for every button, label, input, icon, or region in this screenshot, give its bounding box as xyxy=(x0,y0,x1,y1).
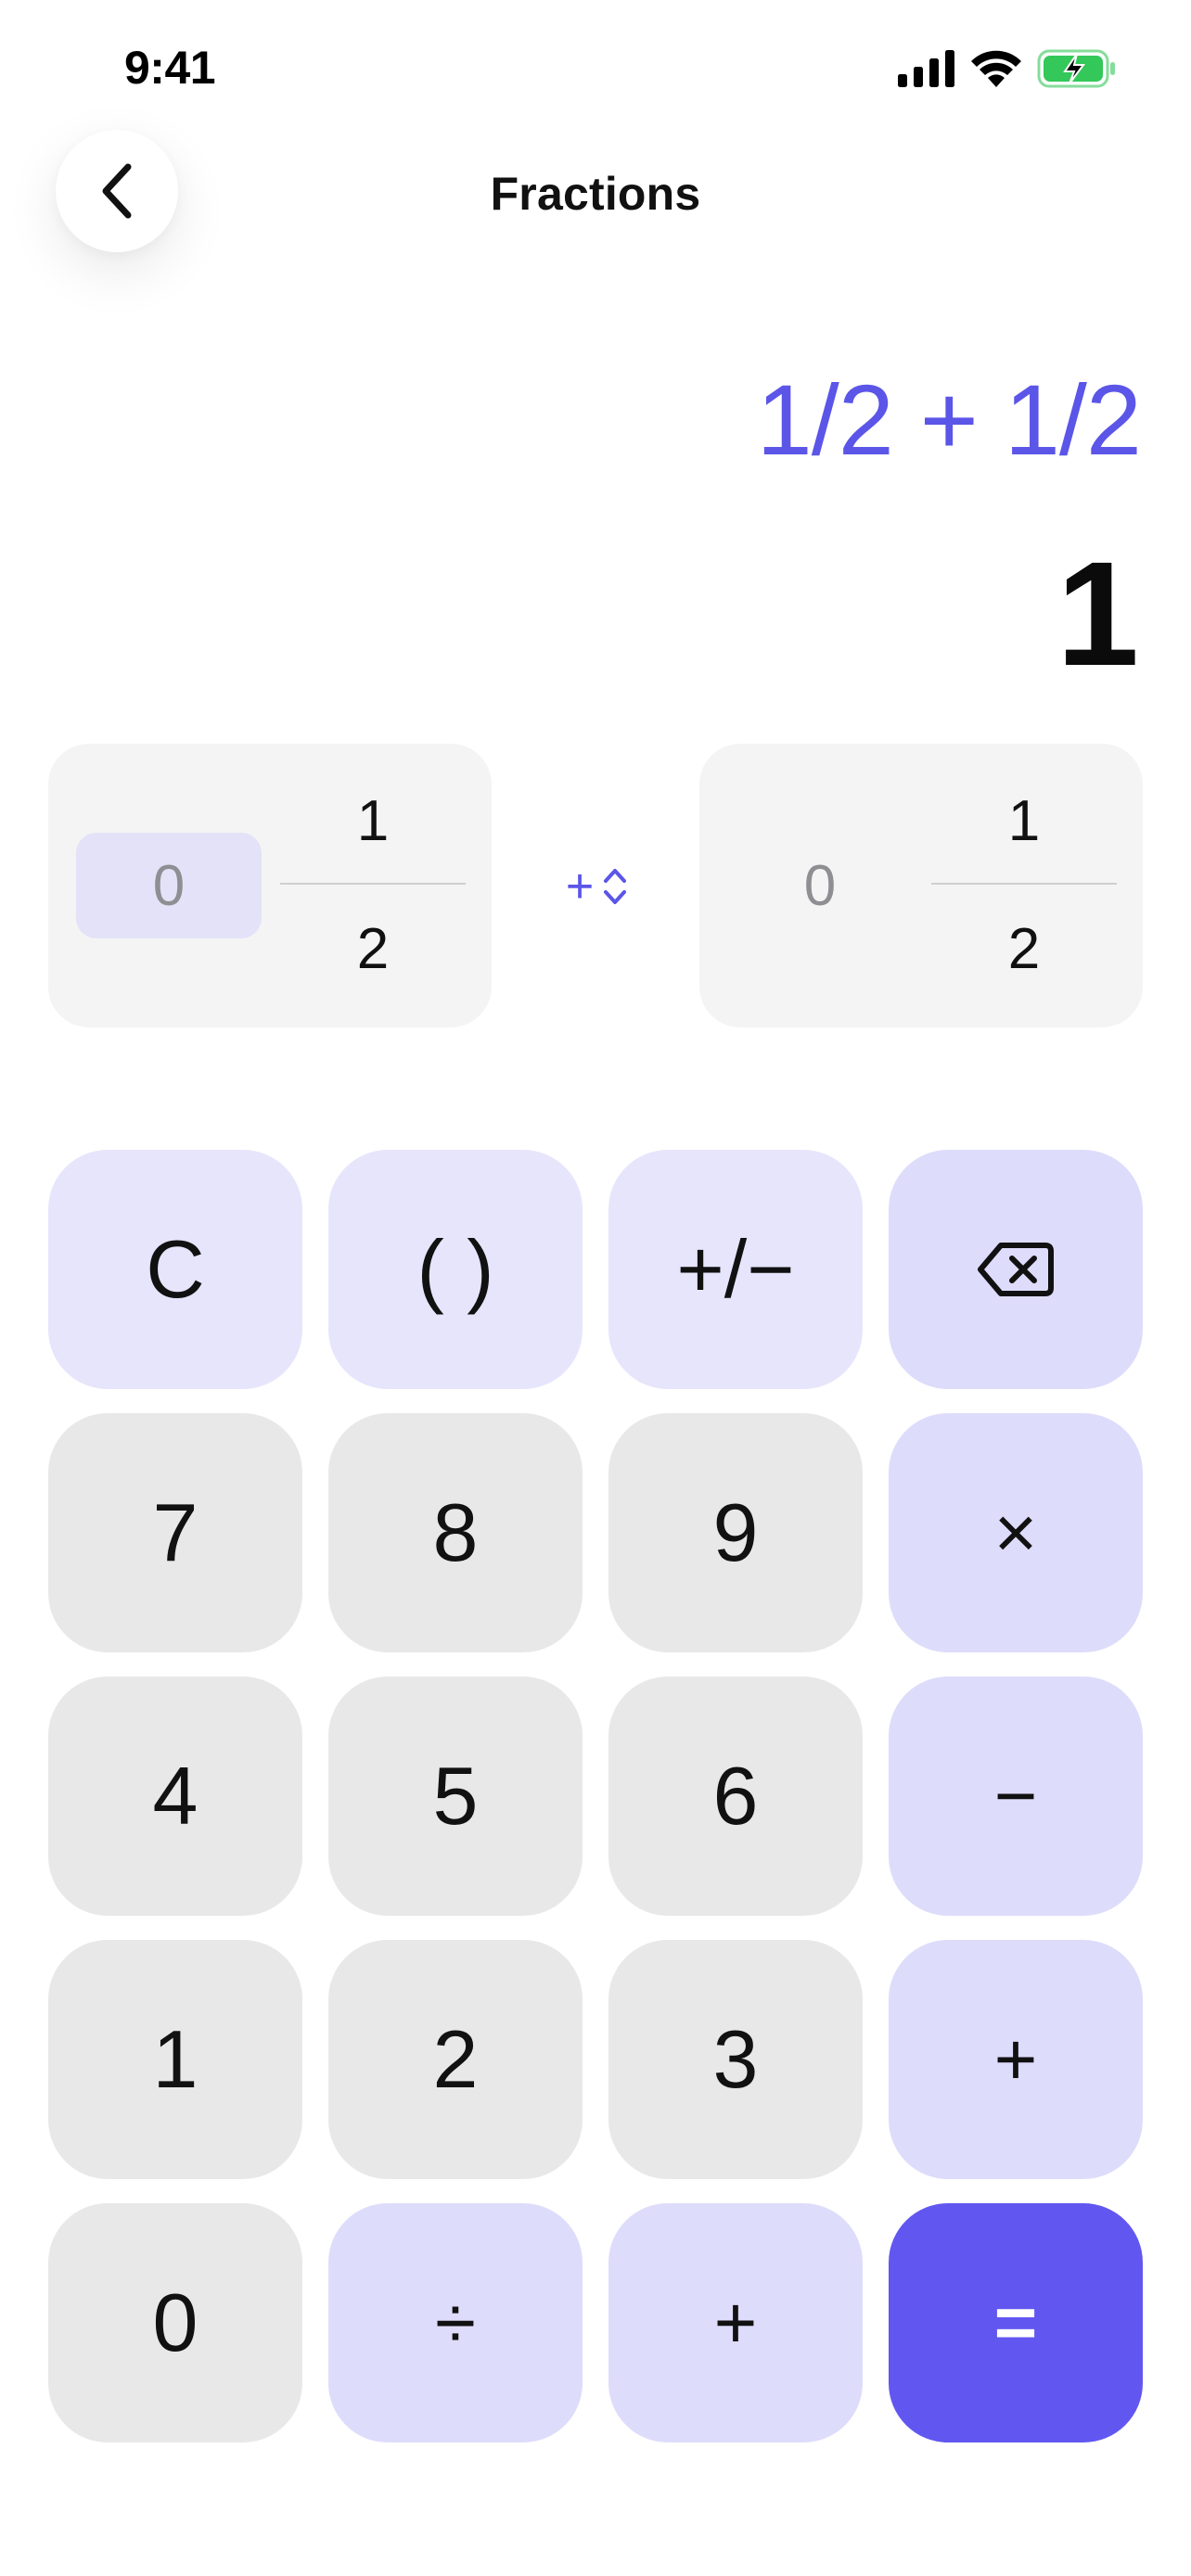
digit-0-button[interactable]: 0 xyxy=(48,2203,302,2442)
battery-charging-icon xyxy=(1037,49,1115,88)
left-denominator-field[interactable]: 2 xyxy=(280,916,466,982)
minus-button[interactable]: − xyxy=(889,1677,1143,1916)
expression-display: 1/2 + 1/2 xyxy=(756,363,1142,476)
digit-7-button[interactable]: 7 xyxy=(48,1413,302,1652)
result-display: 1 xyxy=(1057,530,1139,696)
backspace-icon xyxy=(978,1243,1054,1296)
backspace-button[interactable] xyxy=(889,1150,1143,1389)
digit-6-button[interactable]: 6 xyxy=(608,1677,863,1916)
equals-button[interactable]: = xyxy=(889,2203,1143,2442)
right-fraction-bar xyxy=(931,883,1117,885)
digit-1-button[interactable]: 1 xyxy=(48,1940,302,2179)
status-time: 9:41 xyxy=(124,42,216,94)
chevron-up-down-icon xyxy=(604,869,627,904)
signal-icon xyxy=(898,50,954,87)
digit-4-button[interactable]: 4 xyxy=(48,1677,302,1916)
right-numerator-field[interactable]: 1 xyxy=(931,788,1117,854)
sign-toggle-button[interactable]: +/− xyxy=(608,1150,863,1389)
fraction-plus-button[interactable]: + xyxy=(608,2203,863,2442)
right-fraction-input: 0 1 2 xyxy=(699,744,1143,1027)
multiply-button[interactable]: × xyxy=(889,1413,1143,1652)
status-icons xyxy=(898,48,1117,89)
operator-label: + xyxy=(565,860,595,913)
left-fraction-bar xyxy=(280,883,466,885)
right-whole-field[interactable]: 0 xyxy=(727,833,913,938)
left-whole-field[interactable]: 0 xyxy=(76,833,262,938)
clear-button[interactable]: C xyxy=(48,1150,302,1389)
left-fraction-input: 0 1 2 xyxy=(48,744,492,1027)
page-title: Fractions xyxy=(490,168,701,220)
right-denominator-field[interactable]: 2 xyxy=(931,916,1117,982)
digit-8-button[interactable]: 8 xyxy=(328,1413,583,1652)
digit-5-button[interactable]: 5 xyxy=(328,1677,583,1916)
digit-3-button[interactable]: 3 xyxy=(608,1940,863,2179)
fractions-calculator-screen: 9:41 Fractions 1/2 + 1/2 1 0 1 2 + 0 1 2… xyxy=(0,0,1191,2576)
parentheses-button[interactable]: ( ) xyxy=(328,1150,583,1389)
operator-selector[interactable]: + xyxy=(555,860,638,913)
digit-9-button[interactable]: 9 xyxy=(608,1413,863,1652)
divide-button[interactable]: ÷ xyxy=(328,2203,583,2442)
left-numerator-field[interactable]: 1 xyxy=(280,788,466,854)
digit-2-button[interactable]: 2 xyxy=(328,1940,583,2179)
plus-button[interactable]: + xyxy=(889,1940,1143,2179)
wifi-icon xyxy=(971,50,1021,87)
